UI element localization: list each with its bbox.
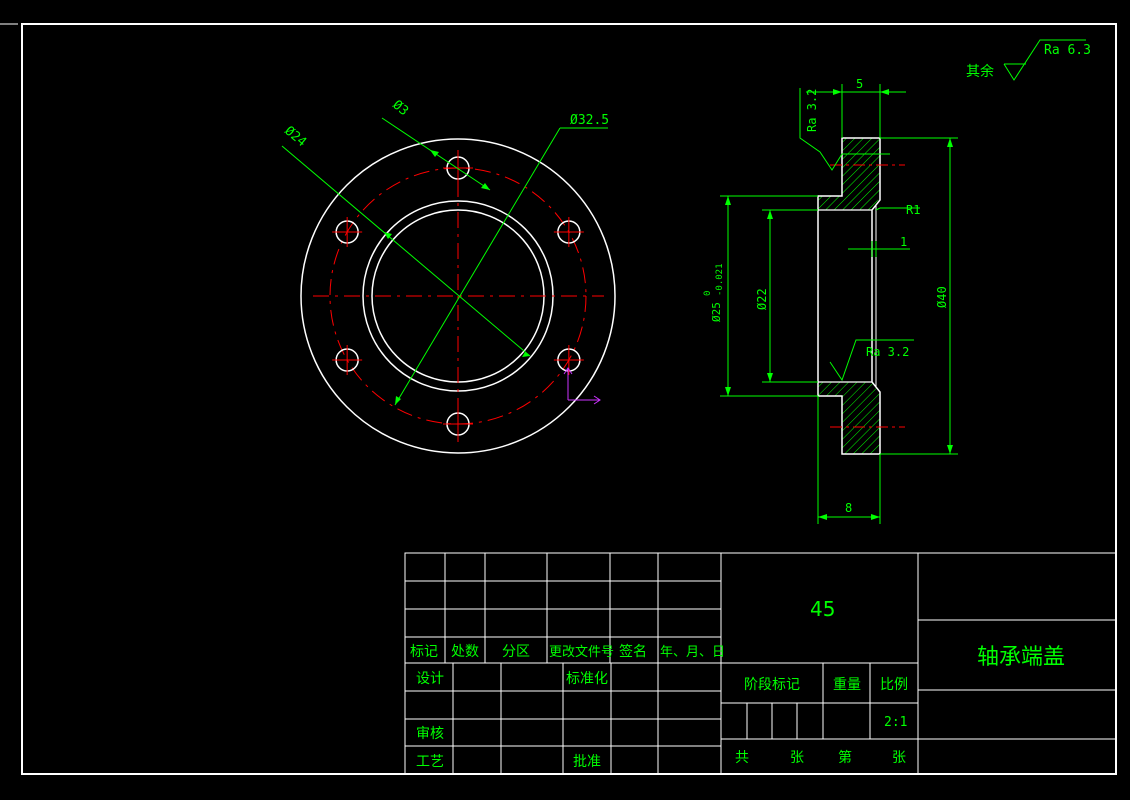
hdr-doc-no: 更改文件号 [549, 645, 614, 660]
drawing-canvas: Ø24 Ø3 Ø32.5 5 8 R1 1 Ø22 Ø40 Ø25 0 -0.0… [0, 23, 1117, 775]
general-roughness-label: 其余 [966, 63, 994, 80]
dim-inner-label: Ø24 [281, 124, 309, 151]
label-scale: 比例 [880, 677, 908, 693]
label-nth: 第 [838, 749, 852, 766]
dim-tol-lower: -0.021 [715, 263, 725, 296]
dim-pcd-label: Ø32.5 [570, 113, 609, 128]
hdr-date: 年、月、日 [660, 645, 725, 660]
hdr-zone: 分区 [502, 644, 530, 660]
label-approve: 批准 [573, 754, 601, 770]
hdr-count: 处数 [451, 644, 479, 660]
dim-spigot-label: Ø25 [710, 302, 723, 322]
title-block-text: 标记 处数 分区 更改文件号 签名 年、月、日 设计 标准化 审核 工艺 批准 … [410, 597, 1065, 770]
hatch-area [842, 138, 880, 176]
arrow-head [481, 183, 490, 190]
hatch-area [842, 416, 880, 454]
dim-top-label: 5 [856, 77, 863, 91]
hatch-area [818, 176, 880, 210]
label-process: 工艺 [416, 754, 444, 770]
label-weight: 重量 [833, 677, 861, 693]
dim-bore-label: Ø22 [755, 288, 769, 310]
dim-radius-label: R1 [906, 203, 920, 217]
dim-bottom-label: 8 [845, 501, 852, 515]
label-sheet-1: 张 [790, 750, 804, 766]
dim-inner-leader [281, 145, 531, 357]
label-design: 设计 [416, 671, 444, 687]
label-sheet-2: 张 [892, 750, 906, 766]
roughness-label-1: Ra 3.2 [805, 89, 819, 132]
hdr-sign: 签名 [619, 643, 647, 660]
label-total: 共 [735, 750, 749, 766]
hatch-area [818, 382, 880, 416]
scale-value: 2:1 [884, 715, 907, 730]
section-view [720, 39, 1086, 524]
material-value: 45 [810, 597, 835, 621]
hdr-mark: 标记 [410, 644, 438, 660]
roughness-label-2: Ra 3.2 [866, 345, 909, 359]
arrow-head [430, 150, 439, 157]
general-roughness-value: Ra 6.3 [1044, 43, 1091, 58]
dim-hole-label: Ø3 [389, 98, 411, 120]
drawing-border [21, 23, 1117, 775]
part-name: 轴承端盖 [977, 645, 1065, 670]
dim-tol-upper: 0 [703, 291, 713, 296]
dim-outer-label: Ø40 [935, 286, 949, 308]
front-view [281, 117, 616, 454]
label-review: 审核 [416, 726, 444, 742]
dim-step-label: 1 [900, 235, 907, 249]
label-standardize: 标准化 [566, 671, 608, 687]
label-stage-mark: 阶段标记 [744, 677, 800, 693]
